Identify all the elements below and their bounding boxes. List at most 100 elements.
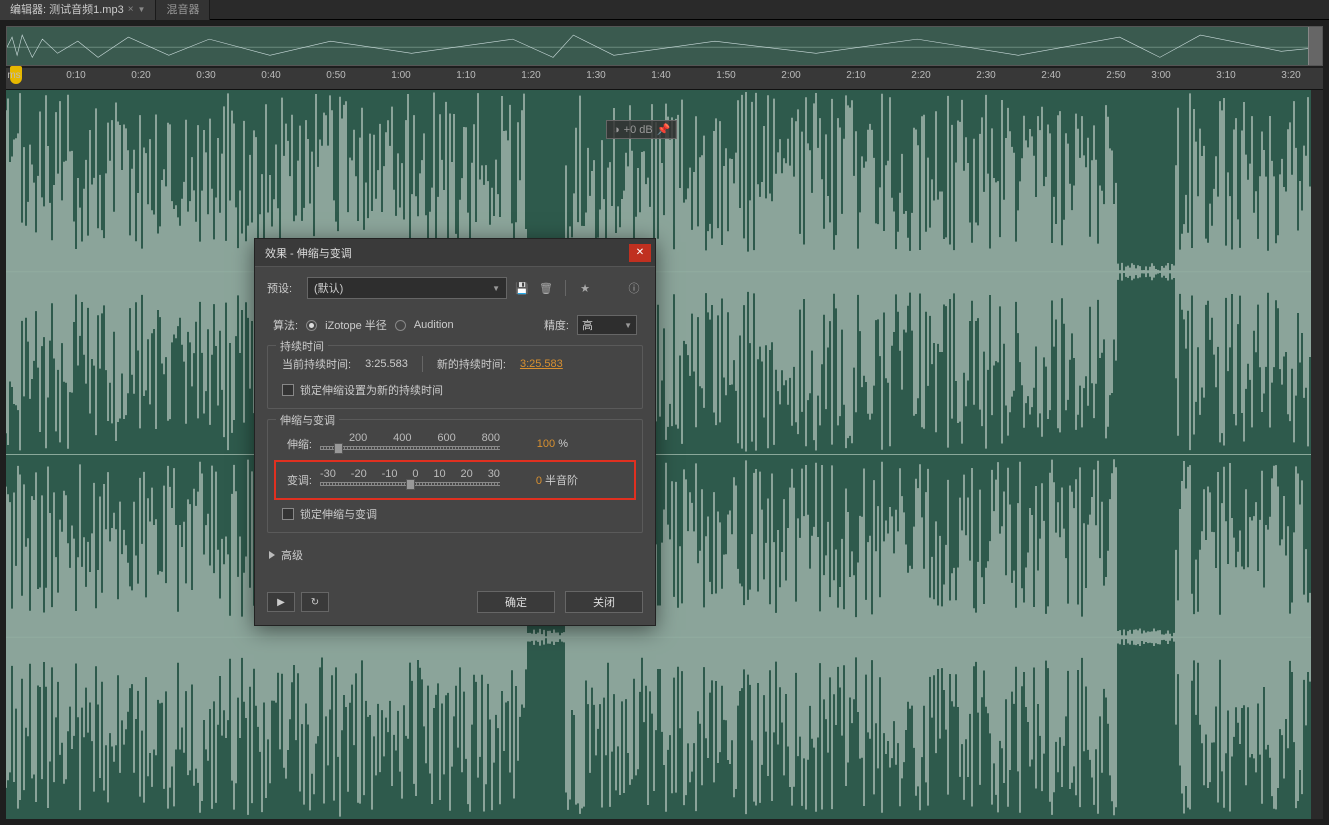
stretch-value[interactable]: 100 (537, 438, 555, 450)
delete-preset-icon[interactable]: 🗑 (537, 279, 555, 297)
timeline-tick: 0:50 (326, 70, 345, 81)
timeline-tick: 1:50 (716, 70, 735, 81)
duration-values-row: 当前持续时间: 3:25.583 新的持续时间: 3:25.583 (278, 356, 632, 372)
help-icon[interactable]: ⓘ (625, 279, 643, 297)
radio-izotope-label: iZotope 半径 (325, 317, 387, 333)
slider-tick: 10 (433, 468, 445, 480)
overview-scroll-handle[interactable] (1308, 27, 1322, 65)
lock-duration-checkbox[interactable] (282, 384, 294, 396)
dialog-titlebar[interactable]: 效果 - 伸缩与变调 ✕ (255, 239, 655, 267)
stretch-slider-row: 伸缩: . 200 400 600 800 100 % (278, 430, 632, 458)
chevron-right-icon (269, 551, 275, 559)
slider-tick: -10 (382, 468, 398, 480)
advanced-label: 高级 (281, 547, 303, 563)
stretch-unit: % (558, 438, 568, 450)
timeline-tick: 1:30 (586, 70, 605, 81)
timeline-tick: 3:00 (1151, 70, 1170, 81)
new-duration-label: 新的持续时间: (437, 356, 506, 372)
timeline-tick: 1:10 (456, 70, 475, 81)
stretch-label: 伸缩: (278, 436, 312, 452)
current-duration-value: 3:25.583 (365, 358, 408, 370)
timeline-tick: 2:40 (1041, 70, 1060, 81)
pitch-unit: 半音阶 (545, 475, 578, 487)
ok-button[interactable]: 确定 (477, 591, 555, 613)
preset-value: (默认) (314, 280, 343, 296)
current-duration-label: 当前持续时间: (282, 356, 351, 372)
radio-audition[interactable] (395, 320, 406, 331)
dialog-title-text: 效果 - 伸缩与变调 (265, 245, 352, 261)
timeline-tick: 2:30 (976, 70, 995, 81)
slider-tick: 600 (437, 432, 455, 444)
timeline-tick: 1:00 (391, 70, 410, 81)
tab-mixer[interactable]: 混音器 (156, 0, 210, 20)
preset-select[interactable]: (默认) ▼ (307, 277, 507, 299)
window-tabs: 编辑器: 测试音频1.mp3 × ▼ 混音器 (0, 0, 1329, 20)
waveform-svg (6, 90, 1323, 819)
timeline-tick: 0:30 (196, 70, 215, 81)
radio-izotope[interactable] (306, 320, 317, 331)
preset-row: 预设: (默认) ▼ 💾 🗑 ★ ⓘ (267, 277, 643, 299)
loop-button[interactable]: ↻ (301, 592, 329, 612)
amplitude-scrollbar[interactable] (1311, 90, 1323, 819)
close-button[interactable]: 关闭 (565, 591, 643, 613)
stretch-legend: 伸缩与变调 (276, 412, 339, 428)
slider-tick: 30 (488, 468, 500, 480)
close-label: 关闭 (593, 594, 615, 610)
ok-label: 确定 (505, 594, 527, 610)
stretch-pitch-section: 伸缩与变调 伸缩: . 200 400 600 800 100 % (267, 419, 643, 533)
timeline-tick: 1:20 (521, 70, 540, 81)
algorithm-label: 算法: (273, 317, 298, 333)
close-icon[interactable]: × (128, 2, 134, 18)
timeline-unit: ms (7, 70, 20, 81)
pitch-slider[interactable]: -30 -20 -10 0 10 20 30 (320, 468, 500, 492)
tab-editor-label: 编辑器: 测试音频1.mp3 (10, 2, 124, 18)
stretch-slider-thumb[interactable] (334, 443, 343, 454)
lock-duration-label: 锁定伸缩设置为新的持续时间 (300, 382, 443, 398)
knob-icon: ◑ (613, 124, 620, 136)
timeline-tick: 2:10 (846, 70, 865, 81)
favorite-icon[interactable]: ★ (576, 279, 594, 297)
lock-stretch-pitch-checkbox[interactable] (282, 508, 294, 520)
tab-editor[interactable]: 编辑器: 测试音频1.mp3 × ▼ (0, 0, 156, 20)
stretch-slider[interactable]: . 200 400 600 800 (320, 432, 500, 456)
timeline-tick: 3:20 (1281, 70, 1300, 81)
waveform-editor[interactable]: ◑ +0 dB 📌 (6, 90, 1323, 819)
slider-tick: -20 (351, 468, 367, 480)
chevron-down-icon[interactable]: ▼ (138, 2, 146, 18)
precision-value: 高 (582, 317, 593, 333)
tab-mixer-label: 混音器 (166, 2, 199, 18)
overview-wave-svg (7, 27, 1322, 66)
pin-icon[interactable]: 📌 (657, 123, 671, 136)
chevron-down-icon: ▼ (624, 321, 632, 330)
timeline-tick: 2:20 (911, 70, 930, 81)
timeline-tick: 3:10 (1216, 70, 1235, 81)
separator (422, 356, 423, 372)
precision-label: 精度: (544, 317, 569, 333)
slider-tick: -30 (320, 468, 336, 480)
gain-value: +0 dB (624, 124, 653, 136)
precision-select[interactable]: 高 ▼ (577, 315, 637, 335)
radio-audition-label: Audition (414, 319, 454, 331)
stretch-pitch-dialog: 效果 - 伸缩与变调 ✕ 预设: (默认) ▼ 💾 🗑 ★ ⓘ 算法: iZot… (254, 238, 656, 626)
pitch-label: 变调: (278, 472, 312, 488)
duration-legend: 持续时间 (276, 338, 328, 354)
timeline-ruler[interactable]: ms 0:10 0:20 0:30 0:40 0:50 1:00 1:10 1:… (6, 68, 1323, 90)
dialog-footer: ▶ ↻ 确定 关闭 (255, 583, 655, 625)
duration-section: 持续时间 当前持续时间: 3:25.583 新的持续时间: 3:25.583 锁… (267, 345, 643, 409)
floating-gain-toolbar[interactable]: ◑ +0 dB 📌 (606, 120, 677, 139)
new-duration-value[interactable]: 3:25.583 (520, 358, 563, 370)
advanced-toggle[interactable]: 高级 (267, 543, 643, 573)
overview-waveform[interactable] (6, 26, 1323, 66)
timeline-tick: 1:40 (651, 70, 670, 81)
preset-label: 预设: (267, 280, 301, 296)
separator (565, 280, 566, 296)
chevron-down-icon: ▼ (492, 284, 500, 293)
close-icon[interactable]: ✕ (629, 244, 651, 262)
lock-stretch-pitch-label: 锁定伸缩与变调 (300, 506, 377, 522)
save-preset-icon[interactable]: 💾 (513, 279, 531, 297)
pitch-value[interactable]: 0 (536, 475, 542, 487)
preview-play-button[interactable]: ▶ (267, 592, 295, 612)
pitch-slider-row: 变调: -30 -20 -10 0 10 20 30 (278, 466, 632, 494)
lock-stretch-pitch-row: 锁定伸缩与变调 (278, 506, 632, 522)
pitch-slider-thumb[interactable] (406, 479, 415, 490)
